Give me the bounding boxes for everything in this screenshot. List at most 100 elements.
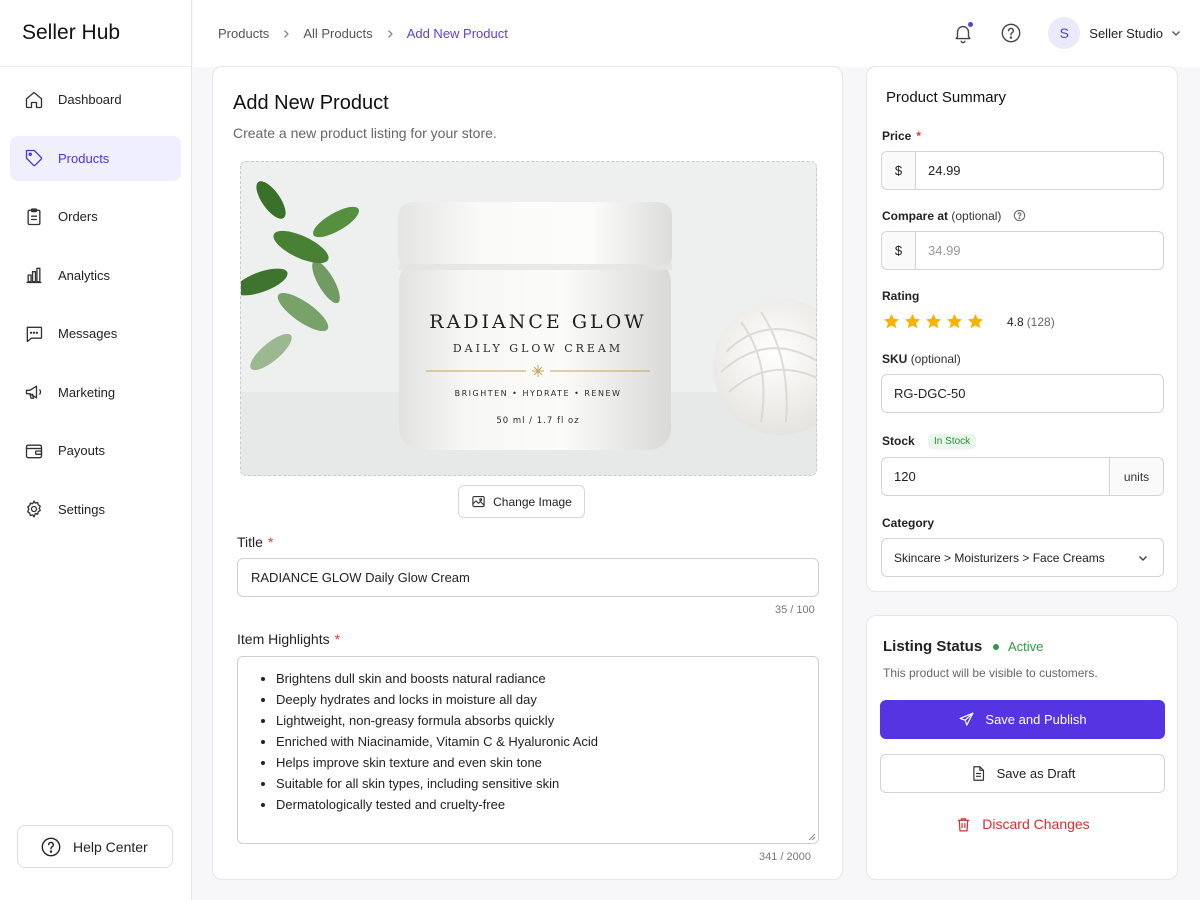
sidebar-item-label: Products [58,150,110,166]
product-image-dropzone[interactable]: RADIANCE GLOW DAILY GLOW CREAM BRIGHTEN … [240,161,817,476]
sidebar-item-label: Orders [58,209,98,224]
required-marker: * [334,631,341,647]
wallet-icon [24,441,44,461]
help-button[interactable] [1000,22,1022,44]
sidebar-item-orders[interactable]: Orders [10,194,181,239]
sidebar-item-settings[interactable]: Settings [10,487,181,532]
rating-label: Rating [882,289,920,303]
list-item: Deeply hydrates and locks in moisture al… [276,689,804,710]
title-label: Title * [237,534,273,550]
product-summary-card: Product Summary Price * $ 24.99 Compare a… [866,66,1178,592]
document-icon [970,765,987,782]
send-icon [958,711,975,728]
sidebar-item-label: Dashboard [58,92,122,107]
help-circle-icon [1000,22,1022,44]
price-input[interactable]: 24.99 [916,152,1163,189]
breadcrumb-all-products[interactable]: All Products [303,26,372,41]
brand-logo[interactable]: Seller Hub [0,0,191,67]
tag-icon [24,148,44,168]
optional-tag: (optional) [910,352,961,366]
chevron-down-icon [1137,552,1149,564]
compare-price-input[interactable]: 34.99 [916,232,1163,269]
title-input[interactable]: RADIANCE GLOW Daily Glow Cream [237,558,819,597]
title-label-text: Title [237,534,263,550]
sidebar-item-messages[interactable]: Messages [10,311,181,356]
price-field[interactable]: $ 24.99 [881,151,1164,190]
page-title: Add New Product [233,92,389,114]
sidebar-item-dashboard[interactable]: Dashboard [10,77,181,122]
breadcrumb: Products All Products Add New Product [218,26,508,41]
status-text: Active [1008,639,1044,654]
resize-handle-icon[interactable] [807,832,816,841]
save-as-draft-label: Save as Draft [996,766,1076,781]
required-marker: * [916,129,922,143]
save-and-publish-label: Save and Publish [985,712,1087,727]
compare-price-field[interactable]: $ 34.99 [881,231,1164,270]
status-badge: In Stock [928,434,977,449]
highlights-label-text: Item Highlights [237,631,330,647]
stock-label: Stock In Stock [882,434,977,449]
highlights-label: Item Highlights * [237,631,340,647]
product-form-card: Add New Product Create a new product lis… [212,66,843,880]
sidebar-item-label: Settings [58,501,105,517]
top-actions: S Seller Studio [952,17,1182,49]
help-center-button[interactable]: Help Center [17,825,173,868]
required-marker: * [267,534,274,550]
user-name[interactable]: Seller Studio [1089,26,1163,41]
stock-label-text: Stock [882,434,915,448]
listing-status-card: Listing Status Active This product will … [866,615,1178,880]
list-item: Enriched with Niacinamide, Vitamin C & H… [276,731,804,752]
category-select[interactable]: Skincare > Moisturizers > Face Creams [881,538,1164,577]
sidebar-item-analytics[interactable]: Analytics [10,253,181,298]
title-char-counter: 35 / 100 [775,604,815,616]
list-item: Dermatologically tested and cruelty-free [276,794,804,815]
megaphone-icon [24,382,44,402]
notifications-button[interactable] [952,22,974,44]
sidebar-item-payouts[interactable]: Payouts [10,428,181,473]
summary-title: Product Summary [886,89,1007,106]
discard-changes-button[interactable]: Discard Changes [880,806,1165,842]
bar-chart-icon [24,265,44,285]
sidebar-item-products[interactable]: Products [10,135,181,181]
breadcrumb-products[interactable]: Products [218,26,269,41]
star-icon [903,312,922,331]
help-circle-icon [40,836,62,858]
save-as-draft-button[interactable]: Save as Draft [880,754,1165,793]
stock-field[interactable]: 120 units [881,457,1164,496]
clipboard-icon [24,207,44,227]
page-subtitle: Create a new product listing for your st… [233,125,497,141]
star-icon [945,312,964,331]
sidebar-item-label: Marketing [58,384,116,400]
highlights-textarea[interactable]: Brightens dull skin and boosts natural r… [237,656,819,844]
sidebar: Seller Hub Dashboard Products Orders Ana… [0,0,192,900]
product-brand-text: RADIANCE GLOW [429,311,646,333]
image-icon [471,494,486,509]
currency-prefix: $ [882,152,916,189]
compare-label-text: Compare at [882,209,949,223]
product-photo: RADIANCE GLOW DAILY GLOW CREAM BRIGHTEN … [241,162,816,475]
status-dot [993,643,999,650]
chat-icon [24,324,44,344]
product-benefits-text: BRIGHTEN • HYDRATE • RENEW [455,389,622,398]
sku-input[interactable]: RG-DGC-50 [881,374,1164,413]
sidebar-nav: Dashboard Products Orders Analytics Mess… [0,67,191,532]
compare-label: Compare at (optional) [882,209,1026,223]
discard-changes-label: Discard Changes [982,816,1090,832]
optional-tag: (optional) [951,209,1002,223]
chevron-down-icon[interactable] [1170,27,1182,39]
gear-icon [24,499,44,519]
help-center-label: Help Center [73,838,148,855]
sidebar-item-marketing[interactable]: Marketing [10,370,181,415]
stock-input[interactable]: 120 [882,458,1109,495]
star-icon [924,312,943,331]
currency-prefix: $ [882,232,916,269]
avatar[interactable]: S [1048,17,1081,49]
home-icon [24,90,44,110]
sidebar-item-label: Payouts [58,443,105,458]
change-image-button[interactable]: Change Image [458,485,585,518]
rating-value: 4.8 [1007,314,1024,329]
star-icon [882,312,901,331]
info-icon[interactable] [1013,209,1026,222]
save-and-publish-button[interactable]: Save and Publish [880,700,1165,739]
sku-label: SKU (optional) [882,352,961,366]
